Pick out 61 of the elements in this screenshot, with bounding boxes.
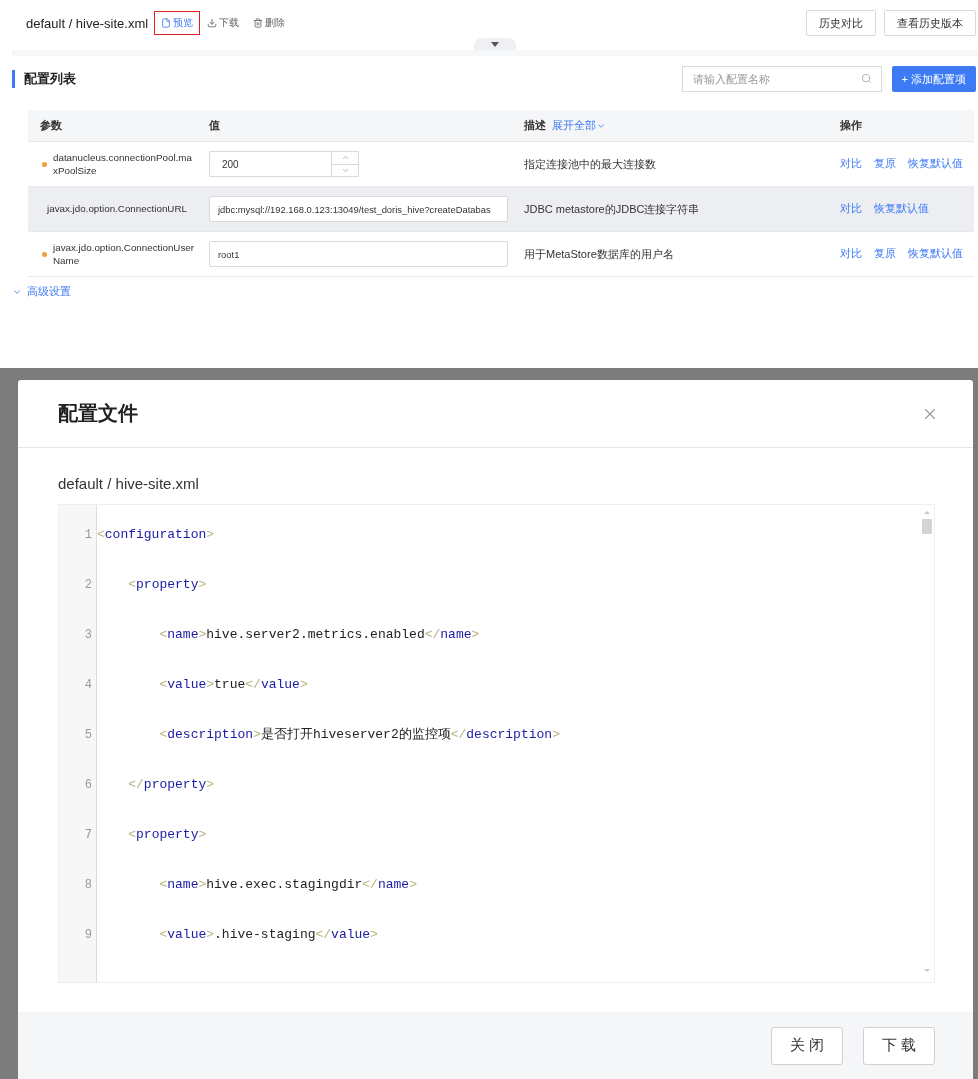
file-action-link[interactable]: 预览 [154, 11, 201, 35]
advanced-settings-toggle[interactable]: 高级设置 [12, 285, 71, 299]
file-icon [161, 18, 172, 28]
expand-all-link[interactable]: 展开全部 [552, 118, 606, 133]
description-text: JDBC metastore的JDBC连接字符串 [524, 201, 700, 217]
column-header: 参数 [40, 118, 62, 133]
description-text: 用于MetaStore数据库的用户名 [524, 246, 674, 262]
code-line: <name>hive.server2.metrics.enabled</name> [158, 627, 480, 642]
search-icon [860, 73, 872, 84]
modal-title: 配置文件 [58, 401, 139, 426]
file-path: default / hive-site.xml [26, 15, 149, 31]
number-input[interactable]: 200 [209, 151, 331, 177]
description-text: 指定连接池中的最大连接数 [524, 156, 656, 172]
line-number: 7 [83, 827, 93, 844]
code-line: <value>true</value> [158, 677, 308, 692]
line-number: 2 [83, 577, 93, 594]
line-number: 6 [83, 777, 93, 794]
file-action-link[interactable]: 删除 [246, 11, 293, 35]
line-number: 9 [83, 927, 93, 944]
row-action-link[interactable]: 恢复默认值 [908, 247, 963, 261]
code-line: <property> [127, 577, 207, 592]
file-path: default / hive-site.xml [58, 475, 200, 492]
chevron-down-icon [12, 287, 22, 297]
column-header: 描述 [524, 118, 546, 133]
trash-icon [253, 18, 264, 28]
column-header: 操作 [840, 118, 862, 133]
value-input[interactable]: jdbc:mysql://192.168.0.123:13049/test_doris_hive?createDatabas [209, 196, 508, 222]
row-action-link[interactable]: 复原 [874, 247, 896, 261]
param-name: javax.jdo.option.ConnectionURL [47, 202, 187, 216]
add-config-button[interactable]: + 添加配置项 [891, 66, 976, 92]
column-header: 值 [209, 118, 220, 133]
param-name: javax.jdo.option.ConnectionUserName [53, 240, 196, 268]
file-action-link[interactable]: 下载 [200, 11, 247, 35]
value-input[interactable]: root1 [209, 241, 508, 267]
code-line: <name>hive.exec.stagingdir</name> [158, 877, 417, 892]
download-icon [207, 18, 218, 28]
line-number: 3 [83, 627, 93, 644]
line-number: 8 [83, 877, 93, 894]
code-line: <configuration> [97, 527, 215, 542]
code-line: <value>.hive-staging</value> [158, 927, 378, 942]
section-title: 配置列表 [12, 70, 76, 88]
row-action-link[interactable]: 对比 [840, 202, 862, 216]
history-button[interactable]: 历史对比 [806, 10, 876, 36]
footer-button[interactable]: 下 载 [863, 1026, 935, 1065]
param-name: datanucleus.connectionPool.maxPoolSize [53, 150, 193, 178]
caret-icon [491, 41, 499, 47]
line-number: 5 [83, 727, 93, 744]
row-action-link[interactable]: 恢复默认值 [874, 202, 929, 216]
search-field[interactable]: 请输入配置名称 [681, 66, 882, 92]
code-line: <description>是否打开hiveserver2的监控项</description> [158, 727, 560, 742]
history-button[interactable]: 查看历史版本 [884, 10, 976, 36]
line-number: 4 [83, 677, 93, 694]
row-action-link[interactable]: 对比 [840, 247, 862, 261]
code-line: </property> [127, 777, 215, 792]
code-line: <property> [127, 827, 207, 842]
row-action-link[interactable]: 对比 [840, 157, 862, 171]
line-number: 1 [83, 527, 93, 544]
collapse-handle[interactable] [474, 38, 516, 50]
row-action-link[interactable]: 恢复默认值 [908, 157, 963, 171]
footer-button[interactable]: 关 闭 [771, 1026, 843, 1065]
row-action-link[interactable]: 复原 [874, 157, 896, 171]
